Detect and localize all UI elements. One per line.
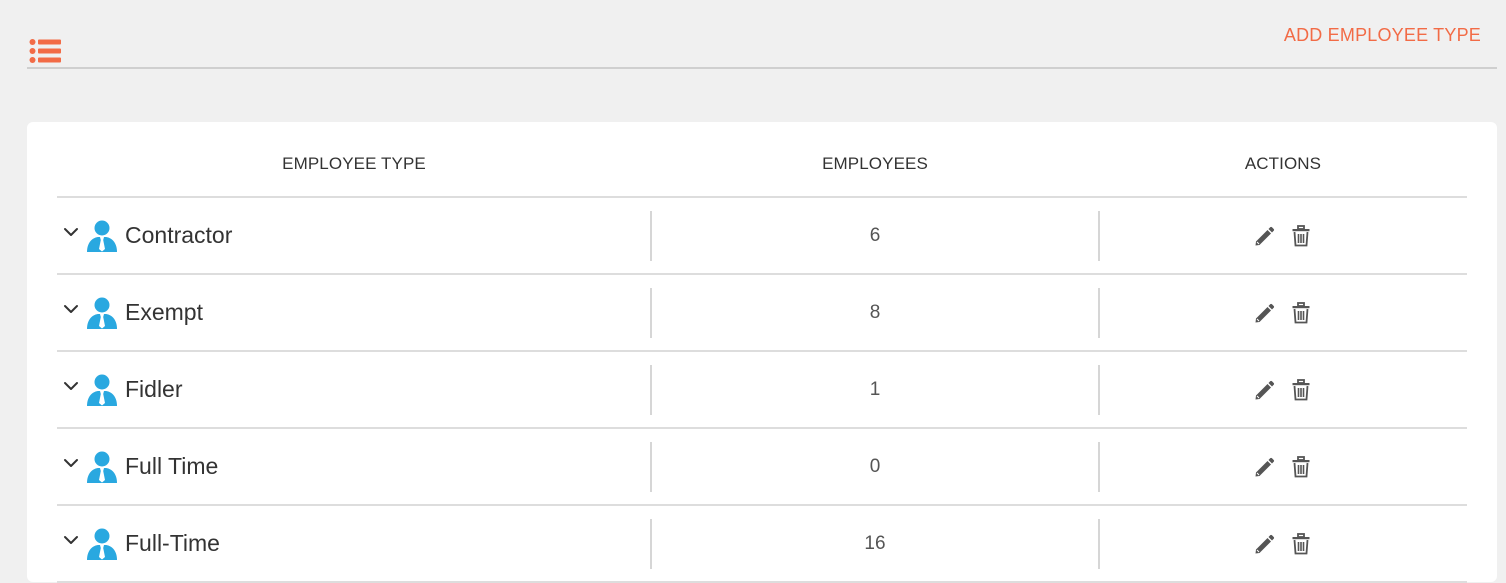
column-divider [1098, 365, 1100, 415]
top-bar: ADD EMPLOYEE TYPE [27, 0, 1497, 69]
employee-type-name: Full-Time [125, 530, 220, 556]
table-header: EMPLOYEE TYPE EMPLOYEES ACTIONS [57, 122, 1467, 198]
employee-count: 6 [869, 225, 881, 246]
column-divider [1098, 519, 1100, 569]
edit-icon[interactable] [1253, 457, 1275, 479]
person-icon [87, 220, 117, 252]
edit-icon[interactable] [1253, 534, 1275, 556]
list-icon[interactable] [29, 38, 61, 64]
column-divider [1098, 288, 1100, 338]
table-row: Fidler 1 [57, 352, 1467, 429]
person-icon [87, 451, 117, 483]
column-divider [1098, 442, 1100, 492]
employee-type-name: Exempt [125, 299, 203, 325]
table-row: Exempt 8 [57, 275, 1467, 352]
employee-type-name: Full Time [125, 453, 219, 479]
person-icon [87, 374, 117, 406]
column-header-employee-type: EMPLOYEE TYPE [282, 154, 426, 173]
edit-icon[interactable] [1253, 380, 1275, 402]
edit-icon[interactable] [1253, 303, 1275, 325]
table-row: Contractor 6 [57, 198, 1467, 275]
employee-type-name: Contractor [125, 222, 233, 248]
employee-count: 0 [869, 456, 881, 477]
trash-icon[interactable] [1291, 456, 1311, 478]
column-divider [1098, 211, 1100, 261]
edit-icon[interactable] [1253, 226, 1275, 248]
add-employee-type-button[interactable]: ADD EMPLOYEE TYPE [1284, 25, 1481, 46]
employee-count: 16 [864, 533, 886, 554]
person-icon [87, 528, 117, 560]
employee-types-card: EMPLOYEE TYPE EMPLOYEES ACTIONS Contract… [27, 122, 1497, 583]
employee-count: 8 [869, 302, 881, 323]
trash-icon[interactable] [1291, 302, 1311, 324]
employee-types-table: EMPLOYEE TYPE EMPLOYEES ACTIONS Contract… [57, 122, 1467, 583]
trash-icon[interactable] [1291, 533, 1311, 555]
chevron-down-icon[interactable] [63, 301, 79, 317]
person-icon [87, 297, 117, 329]
trash-icon[interactable] [1291, 379, 1311, 401]
trash-icon[interactable] [1291, 225, 1311, 247]
chevron-down-icon[interactable] [63, 532, 79, 548]
chevron-down-icon[interactable] [63, 378, 79, 394]
employee-type-name: Fidler [125, 376, 183, 402]
table-row: Full Time 0 [57, 429, 1467, 506]
chevron-down-icon[interactable] [63, 455, 79, 471]
chevron-down-icon[interactable] [63, 224, 79, 240]
column-header-employees: EMPLOYEES [822, 154, 928, 173]
employee-count: 1 [869, 379, 881, 400]
column-header-actions: ACTIONS [1244, 154, 1322, 173]
table-row: Full-Time 16 [57, 506, 1467, 583]
